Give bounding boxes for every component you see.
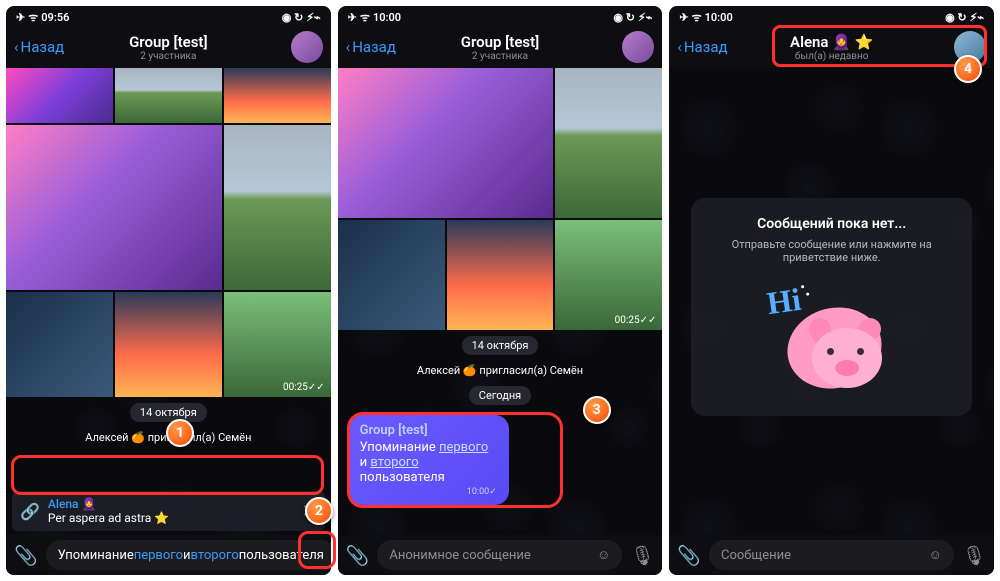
- media-thumb[interactable]: 00:25✓✓: [224, 292, 331, 397]
- chat-subtitle: 2 участника: [461, 51, 540, 62]
- attach-icon[interactable]: 📎: [677, 544, 701, 567]
- chat-content[interactable]: 00:25✓✓ 14 октября Алексей 🍊 пригласил(а…: [338, 68, 663, 575]
- chat-subtitle: 2 участника: [129, 51, 208, 62]
- nav-bar: ‹ Назад Alena 🧕 ⭐ был(а) недавно: [669, 26, 994, 68]
- badge-1: 1: [166, 419, 194, 447]
- media-thumb[interactable]: [6, 68, 113, 123]
- date-separator: Сегодня: [469, 386, 531, 405]
- message-input[interactable]: Сообщение☺: [709, 540, 954, 570]
- chat-title[interactable]: Group [test]: [129, 33, 208, 51]
- reply-name: Alena 🧕: [48, 497, 294, 511]
- badge-4: 4: [954, 55, 982, 83]
- media-thumb[interactable]: 00:25✓✓: [555, 220, 662, 330]
- nav-bar: ‹ Назад Group [test] 2 участника: [6, 26, 331, 68]
- reply-text: Per aspera ad astra ⭐: [48, 511, 294, 525]
- bubble-time: 10:00✓: [360, 487, 497, 497]
- media-thumb[interactable]: [115, 292, 222, 397]
- link-icon: 🔗: [20, 502, 40, 521]
- back-button[interactable]: ‹ Назад: [346, 38, 396, 56]
- back-button[interactable]: ‹ Назад: [14, 38, 64, 56]
- media-thumb[interactable]: [555, 68, 662, 218]
- mic-icon[interactable]: 🎙: [962, 544, 986, 567]
- media-thumb[interactable]: [6, 292, 113, 397]
- media-time: 00:25✓✓: [283, 382, 325, 393]
- media-thumb[interactable]: [6, 125, 222, 290]
- media-time: 00:25✓✓: [615, 315, 657, 326]
- chat-title[interactable]: Alena 🧕 ⭐: [790, 33, 873, 51]
- phone-screen-2: ✈︎ᯤ10:00 ◉ ↻ ⚡︎⌁ ‹ Назад Group [test] 2 …: [338, 6, 663, 575]
- greeting-sticker[interactable]: Hi: [767, 278, 897, 398]
- attach-icon[interactable]: 📎: [14, 544, 38, 567]
- emoji-icon[interactable]: ☺: [597, 547, 610, 563]
- system-message: Алексей 🍊 пригласил(а) Семён: [417, 364, 583, 377]
- media-thumb[interactable]: [447, 220, 554, 330]
- media-thumb[interactable]: [224, 68, 331, 123]
- media-thumb[interactable]: [115, 68, 222, 123]
- hi-text: Hi: [764, 281, 803, 322]
- empty-subtitle: Отправьте сообщение или нажмите на приве…: [709, 238, 954, 264]
- avatar[interactable]: [291, 31, 323, 63]
- bubble-text: Упоминание первого и второгопользователя: [360, 440, 497, 485]
- reply-preview[interactable]: 🔗 Alena 🧕 Per aspera ad astra ⭐ ✕: [12, 491, 325, 531]
- mic-icon[interactable]: 🎙: [630, 544, 654, 567]
- status-bar: ✈︎ᯤ10:00 ◉ ↻ ⚡︎⌁: [669, 6, 994, 26]
- input-bar: 📎 Упоминание первого и второго пользоват…: [6, 535, 331, 575]
- nav-bar: ‹ Назад Group [test] 2 участника: [338, 26, 663, 68]
- badge-2: 2: [305, 497, 333, 525]
- date-separator: 14 октября: [130, 403, 207, 422]
- badge-3: 3: [583, 396, 611, 424]
- back-button[interactable]: ‹ Назад: [677, 38, 727, 56]
- media-thumb[interactable]: [224, 125, 331, 290]
- phone-screen-1: ✈︎ᯤ09:56 ◉ ↻ ⚡︎⌁ ‹ Назад Group [test] 2 …: [6, 6, 331, 575]
- bubble-title: Group [test]: [360, 423, 497, 438]
- chat-content[interactable]: Сообщений пока нет... Отправьте сообщени…: [669, 68, 994, 575]
- empty-title: Сообщений пока нет...: [709, 216, 954, 232]
- chat-subtitle: был(а) недавно: [790, 51, 873, 62]
- message-input[interactable]: Упоминание первого и второго пользовател…: [46, 540, 331, 570]
- message-input[interactable]: Анонимное сообщение☺: [377, 540, 622, 570]
- input-bar: 📎 Анонимное сообщение☺ 🎙: [338, 535, 663, 575]
- avatar[interactable]: [622, 31, 654, 63]
- media-thumb[interactable]: [338, 68, 554, 218]
- emoji-icon[interactable]: ☺: [929, 547, 942, 563]
- message-bubble[interactable]: Group [test] Упоминание первого и второг…: [348, 415, 509, 505]
- input-bar: 📎 Сообщение☺ 🎙: [669, 535, 994, 575]
- attach-icon[interactable]: 📎: [346, 544, 370, 567]
- media-thumb[interactable]: [338, 220, 445, 330]
- chat-content[interactable]: 00:25✓✓ 14 октября Алексей 🍊 пригласил(а…: [6, 68, 331, 575]
- date-separator: 14 октября: [462, 336, 539, 355]
- empty-state[interactable]: Сообщений пока нет... Отправьте сообщени…: [691, 198, 972, 416]
- phone-screen-3: ✈︎ᯤ10:00 ◉ ↻ ⚡︎⌁ ‹ Назад Alena 🧕 ⭐ был(а…: [669, 6, 994, 575]
- status-bar: ✈︎ᯤ09:56 ◉ ↻ ⚡︎⌁: [6, 6, 331, 26]
- status-bar: ✈︎ᯤ10:00 ◉ ↻ ⚡︎⌁: [338, 6, 663, 26]
- chat-title[interactable]: Group [test]: [461, 33, 540, 51]
